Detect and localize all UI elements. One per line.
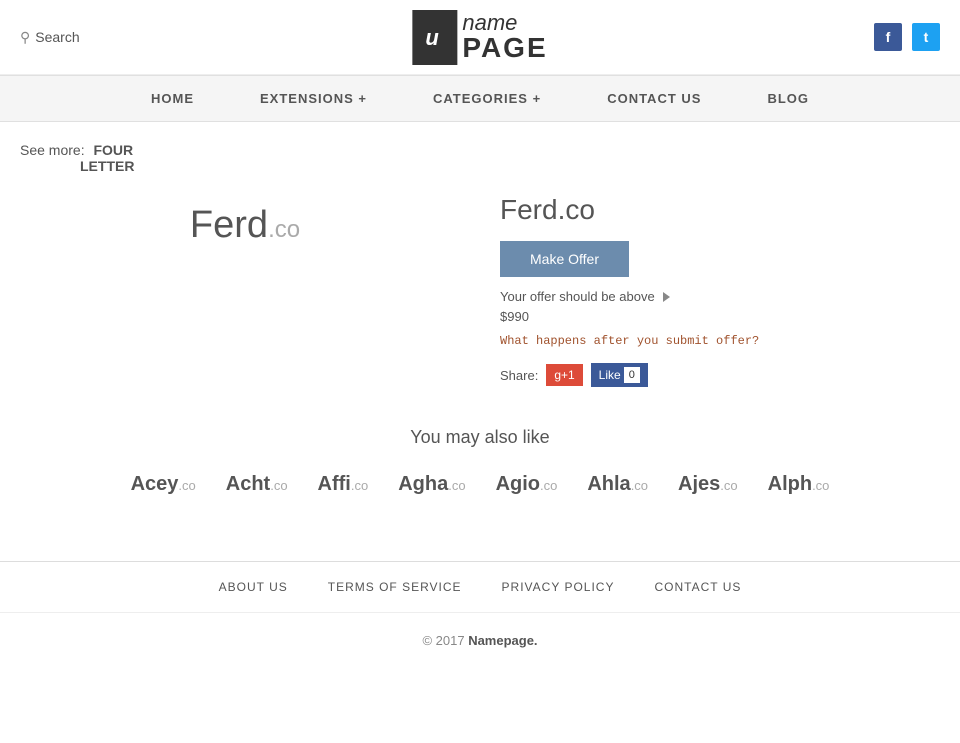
svg-text:u: u: [425, 25, 439, 50]
domain-card-affi[interactable]: Affi.co: [313, 468, 374, 501]
domain-card-agio[interactable]: Agio.co: [491, 468, 563, 501]
footer-nav-terms[interactable]: TERMS OF SERVICE: [328, 580, 462, 594]
copyright: © 2017: [422, 633, 464, 648]
nav-contact[interactable]: CONTACT US: [589, 76, 719, 121]
social-links: f t: [874, 23, 940, 51]
domain-preview-logo: Ferd.co: [190, 204, 300, 247]
search-button[interactable]: ⚲ Search: [20, 29, 80, 46]
footer-bottom: © 2017 Namepage.: [0, 613, 960, 668]
domain-detail: Ferd.co Ferd.co Make Offer Your offer sh…: [30, 194, 930, 387]
share-row: Share: g+1 Like 0: [500, 363, 930, 387]
nav-home[interactable]: HOME: [133, 76, 212, 121]
offer-min: $990: [500, 309, 930, 324]
offer-question-link[interactable]: What happens after you submit offer?: [500, 334, 930, 348]
domain-card-acht[interactable]: Acht.co: [221, 468, 293, 501]
logo-page: PAGE: [462, 34, 547, 62]
domain-card-agha[interactable]: Agha.co: [393, 468, 470, 501]
logo-name: name: [462, 12, 547, 34]
search-icon: ⚲: [20, 29, 30, 46]
domain-card-ahla[interactable]: Ahla.co: [582, 468, 653, 501]
nav-blog[interactable]: BLOG: [749, 76, 827, 121]
gplus-button[interactable]: g+1: [546, 364, 582, 386]
footer-brand: Namepage.: [468, 633, 537, 648]
facebook-like-button[interactable]: Like 0: [591, 363, 648, 387]
search-label: Search: [35, 29, 79, 45]
domain-grid: Acey.co Acht.co Affi.co Agha.co Agio.co Ahla.…: [20, 468, 940, 501]
make-offer-button[interactable]: Make Offer: [500, 241, 629, 277]
twitter-icon[interactable]: t: [912, 23, 940, 51]
facebook-icon[interactable]: f: [874, 23, 902, 51]
domain-title: Ferd.co: [500, 194, 930, 226]
domain-name-preview: Ferd: [190, 204, 268, 246]
share-label: Share:: [500, 368, 538, 383]
offer-hint: Your offer should be above: [500, 289, 930, 304]
header: ⚲ Search u name PAGE f t: [0, 0, 960, 75]
footer-nav-about[interactable]: ABOUT US: [219, 580, 288, 594]
domain-card-ajes[interactable]: Ajes.co: [673, 468, 743, 501]
footer-nav-contact[interactable]: CONTACT US: [654, 580, 741, 594]
breadcrumb: See more: FOUR LETTER: [20, 142, 940, 174]
site-logo[interactable]: u name PAGE: [412, 10, 547, 65]
main-nav: HOME EXTENSIONS + CATEGORIES + CONTACT U…: [0, 75, 960, 122]
like-count: 0: [624, 367, 640, 383]
footer-nav-privacy[interactable]: PRIVACY POLICY: [502, 580, 615, 594]
logo-icon: u: [412, 10, 457, 65]
see-more-label: See more:: [20, 142, 85, 158]
domain-info: Ferd.co Make Offer Your offer should be …: [500, 194, 930, 387]
domain-tld-preview: .co: [268, 216, 300, 243]
domain-preview: Ferd.co: [30, 194, 460, 387]
also-like-title: You may also like: [20, 427, 940, 448]
arrow-icon: [663, 292, 670, 302]
domain-card-acey[interactable]: Acey.co: [126, 468, 201, 501]
also-like-section: You may also like Acey.coAcht.coAffi.coA…: [20, 427, 940, 501]
nav-categories[interactable]: CATEGORIES +: [415, 76, 559, 121]
domain-card-alph[interactable]: Alph.co: [763, 468, 835, 501]
footer-nav: ABOUT US TERMS OF SERVICE PRIVACY POLICY CO…: [0, 562, 960, 613]
nav-extensions[interactable]: EXTENSIONS +: [242, 76, 385, 121]
main-content: See more: FOUR LETTER Ferd.co Ferd.co Ma…: [0, 122, 960, 541]
